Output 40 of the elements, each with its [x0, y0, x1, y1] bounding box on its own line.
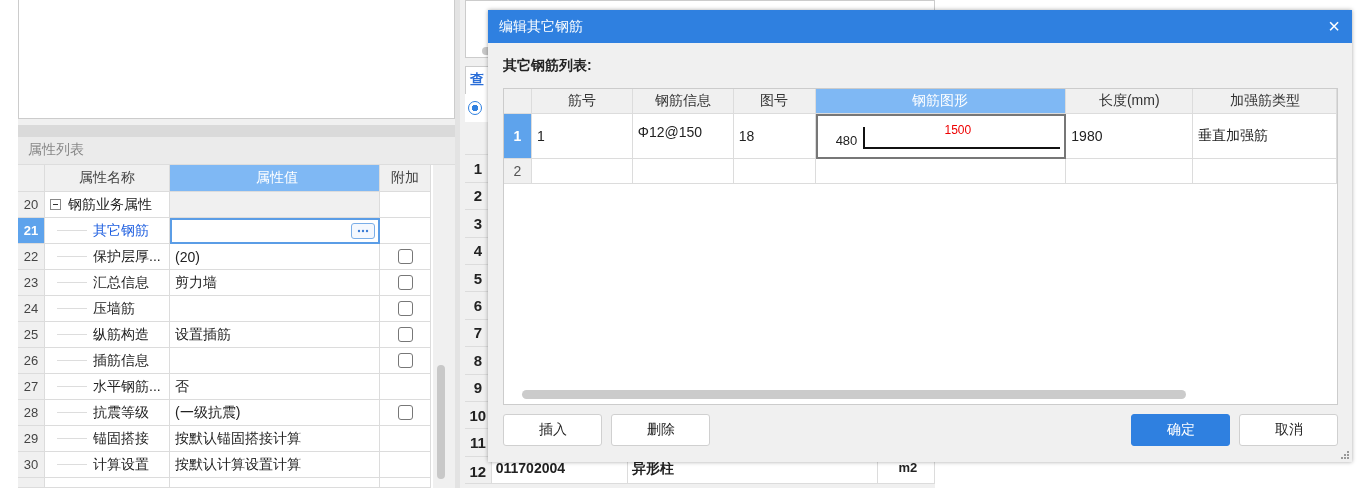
- table-cell: 否: [170, 374, 380, 400]
- table-cell: 剪力墙: [170, 270, 380, 296]
- property-name: 纵筋构造: [93, 325, 149, 344]
- row-number: 27: [18, 374, 45, 400]
- row-number: 29: [18, 426, 45, 452]
- property-group-name: 钢筋业务属性: [68, 195, 152, 214]
- row-number: 23: [18, 270, 45, 296]
- table-cell: 1980: [1066, 114, 1194, 159]
- dialog-title: 编辑其它钢筋: [499, 17, 583, 36]
- table-cell: 设置插筋: [170, 322, 380, 348]
- list-label: 其它钢筋列表:: [503, 56, 592, 75]
- table-cell: Φ12@150: [632, 114, 734, 159]
- property-name: 水平钢筋...: [93, 377, 161, 396]
- leg-length: 480: [835, 133, 858, 148]
- row-number: 12: [465, 456, 492, 485]
- table-cell: 18: [733, 114, 816, 159]
- property-name: 插筋信息: [93, 351, 149, 370]
- property-name: 计算设置: [93, 455, 149, 474]
- row-number: 30: [18, 452, 45, 478]
- row-number: 25: [18, 322, 45, 348]
- property-name: 抗震等级: [93, 403, 149, 422]
- row-number: 20: [18, 192, 45, 218]
- property-name: 保护层厚...: [93, 247, 161, 266]
- table-cell: (20): [170, 244, 380, 270]
- row-number: 22: [18, 244, 45, 270]
- table-cell: 垂直加强筋: [1193, 114, 1337, 159]
- table-cell: 按默认锚固搭接计算: [170, 426, 380, 452]
- table-cell: 按默认计算设置计算: [170, 452, 380, 478]
- row-number: 26: [18, 348, 45, 374]
- property-name: 汇总信息: [93, 273, 149, 292]
- table-cell: 1: [531, 114, 633, 159]
- property-name: 锚固搭接: [93, 429, 149, 448]
- table-cell: (一级抗震): [170, 400, 380, 426]
- segment-length: 1500: [944, 122, 972, 137]
- property-name: 压墙筋: [93, 299, 135, 318]
- property-name: 其它钢筋: [93, 221, 149, 240]
- panel-title: 属性列表: [28, 141, 84, 160]
- row-number: 21: [18, 218, 45, 244]
- row-number: 24: [18, 296, 45, 322]
- row-number: 28: [18, 400, 45, 426]
